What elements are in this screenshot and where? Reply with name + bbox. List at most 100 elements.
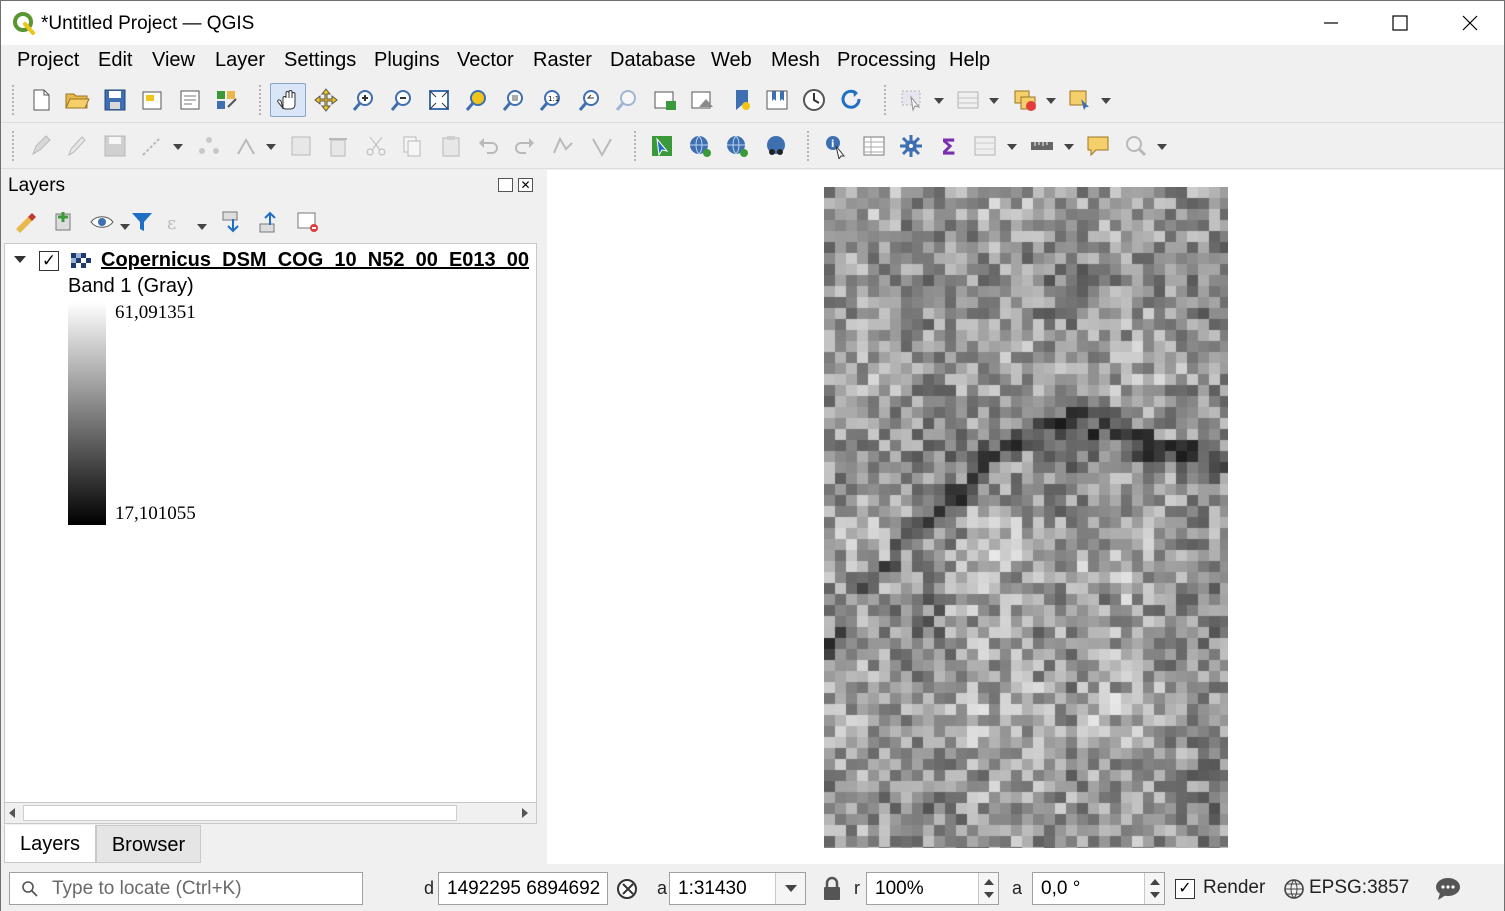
metasearch-icon[interactable] bbox=[763, 133, 789, 159]
crs-button[interactable]: EPSG:3857 bbox=[1309, 877, 1409, 899]
field-calculator-icon[interactable] bbox=[972, 133, 998, 159]
undo-icon[interactable] bbox=[475, 133, 501, 159]
map-tips-icon[interactable] bbox=[1085, 133, 1111, 159]
layout-manager-icon[interactable] bbox=[177, 87, 203, 113]
layer-visibility-checkbox[interactable]: ✓ bbox=[39, 251, 59, 271]
show-bookmarks-icon[interactable] bbox=[764, 87, 790, 113]
modify-attributes-dropdown[interactable] bbox=[266, 144, 276, 150]
lock-scale-icon[interactable] bbox=[821, 876, 843, 902]
save-project-icon[interactable] bbox=[102, 87, 128, 113]
advanced-digitizing-icon[interactable] bbox=[589, 133, 615, 159]
measure-dropdown[interactable] bbox=[1064, 144, 1074, 150]
pan-map-icon[interactable] bbox=[275, 87, 301, 113]
toolbar-grip[interactable] bbox=[634, 131, 638, 161]
messages-icon[interactable] bbox=[1434, 876, 1462, 902]
paste-features-icon[interactable] bbox=[438, 133, 464, 159]
open-project-icon[interactable] bbox=[64, 87, 90, 113]
locator-search-icon[interactable] bbox=[1123, 133, 1149, 159]
zoom-last-icon[interactable] bbox=[577, 87, 603, 113]
float-panel-icon[interactable] bbox=[498, 178, 513, 192]
horizontal-scrollbar[interactable] bbox=[4, 802, 537, 824]
toolbar-grip[interactable] bbox=[259, 85, 263, 115]
menu-view[interactable]: View bbox=[152, 49, 195, 72]
processing-toolbox-icon[interactable] bbox=[898, 133, 924, 159]
scrollbar-thumb[interactable] bbox=[23, 805, 457, 821]
maximize-button[interactable] bbox=[1365, 1, 1435, 45]
menu-project[interactable]: Project bbox=[17, 49, 79, 72]
toggle-extents-icon[interactable] bbox=[615, 876, 641, 902]
zoom-native-resolution-icon[interactable]: 1:1 bbox=[538, 87, 564, 113]
new-project-icon[interactable] bbox=[28, 87, 54, 113]
close-panel-icon[interactable]: ✕ bbox=[518, 178, 533, 192]
filter-expression-dropdown[interactable] bbox=[197, 224, 207, 230]
toolbar-grip[interactable] bbox=[12, 131, 16, 161]
locator-search-input[interactable]: Type to locate (Ctrl+K) bbox=[9, 872, 363, 905]
manage-map-themes-icon[interactable] bbox=[89, 209, 115, 235]
collapse-layer-icon[interactable] bbox=[14, 256, 26, 263]
edit-attributes-icon[interactable] bbox=[288, 133, 314, 159]
locator-search-dropdown[interactable] bbox=[1157, 144, 1167, 150]
add-wms-layer-icon[interactable] bbox=[687, 133, 713, 159]
menu-settings[interactable]: Settings bbox=[284, 49, 356, 72]
refresh-icon[interactable] bbox=[838, 87, 864, 113]
statistical-summary-icon[interactable]: Σ bbox=[936, 133, 962, 159]
temporal-controller-icon[interactable] bbox=[801, 87, 827, 113]
digitize-dropdown[interactable] bbox=[173, 144, 183, 150]
scroll-left-icon[interactable] bbox=[9, 808, 15, 818]
magnifier-spin-arrows[interactable] bbox=[978, 873, 998, 904]
scroll-right-icon[interactable] bbox=[522, 808, 528, 818]
menu-mesh[interactable]: Mesh bbox=[771, 49, 820, 72]
style-manager-icon[interactable] bbox=[214, 87, 240, 113]
add-wfs-layer-icon[interactable] bbox=[724, 133, 750, 159]
remove-layer-icon[interactable] bbox=[295, 209, 321, 235]
zoom-out-icon[interactable] bbox=[389, 87, 415, 113]
delete-selected-icon[interactable] bbox=[325, 133, 351, 159]
zoom-to-layer-icon[interactable] bbox=[501, 87, 527, 113]
scale-combobox[interactable]: 1:31430 bbox=[669, 872, 806, 905]
menu-plugins[interactable]: Plugins bbox=[374, 49, 440, 72]
menu-processing[interactable]: Processing bbox=[837, 49, 936, 72]
new-3d-map-view-icon[interactable] bbox=[689, 87, 715, 113]
vertex-tool-icon[interactable] bbox=[196, 133, 222, 159]
identify-features-icon[interactable]: i bbox=[823, 133, 849, 159]
menu-help[interactable]: Help bbox=[949, 49, 990, 72]
modify-attributes-icon[interactable] bbox=[233, 133, 259, 159]
menu-edit[interactable]: Edit bbox=[98, 49, 132, 72]
save-edits-icon[interactable] bbox=[102, 133, 128, 159]
menu-web[interactable]: Web bbox=[711, 49, 752, 72]
pan-to-selection-icon[interactable] bbox=[313, 87, 339, 113]
field-calculator-dropdown[interactable] bbox=[1007, 144, 1017, 150]
filter-legend-icon[interactable] bbox=[129, 209, 155, 235]
zoom-in-icon[interactable] bbox=[351, 87, 377, 113]
filter-by-expression-icon[interactable]: ε bbox=[164, 209, 190, 235]
deselect-all-icon[interactable] bbox=[1012, 87, 1038, 113]
tab-browser[interactable]: Browser bbox=[96, 825, 201, 863]
render-checkbox[interactable]: ✓ bbox=[1175, 879, 1195, 899]
open-layer-styling-icon[interactable] bbox=[13, 209, 39, 235]
cut-features-icon[interactable] bbox=[363, 133, 389, 159]
select-features-icon[interactable] bbox=[899, 87, 925, 113]
close-button[interactable] bbox=[1435, 1, 1505, 45]
digitize-shape-icon[interactable] bbox=[550, 133, 576, 159]
tab-layers[interactable]: Layers bbox=[4, 825, 96, 863]
zoom-to-selection-icon[interactable] bbox=[464, 87, 490, 113]
menu-raster[interactable]: Raster bbox=[533, 49, 592, 72]
rotation-spinbox[interactable]: 0,0 ° bbox=[1032, 872, 1165, 905]
new-map-view-icon[interactable] bbox=[652, 87, 678, 113]
select-by-location-icon[interactable] bbox=[1067, 87, 1093, 113]
zoom-full-icon[interactable] bbox=[426, 87, 452, 113]
rotation-spin-arrows[interactable] bbox=[1144, 873, 1164, 904]
new-print-layout-icon[interactable] bbox=[139, 87, 165, 113]
select-by-value-icon[interactable] bbox=[955, 87, 981, 113]
scale-dropdown-button[interactable] bbox=[775, 873, 805, 904]
toggle-editing-icon[interactable] bbox=[63, 133, 89, 159]
select-by-location-dropdown[interactable] bbox=[1101, 98, 1111, 104]
deselect-dropdown[interactable] bbox=[1046, 98, 1056, 104]
zoom-next-icon[interactable] bbox=[614, 87, 640, 113]
toolbar-grip[interactable] bbox=[807, 131, 811, 161]
toolbar-grip[interactable] bbox=[12, 85, 16, 115]
copy-features-icon[interactable] bbox=[399, 133, 425, 159]
map-canvas[interactable] bbox=[547, 170, 1504, 864]
toolbar-grip[interactable] bbox=[884, 85, 888, 115]
redo-icon[interactable] bbox=[512, 133, 538, 159]
